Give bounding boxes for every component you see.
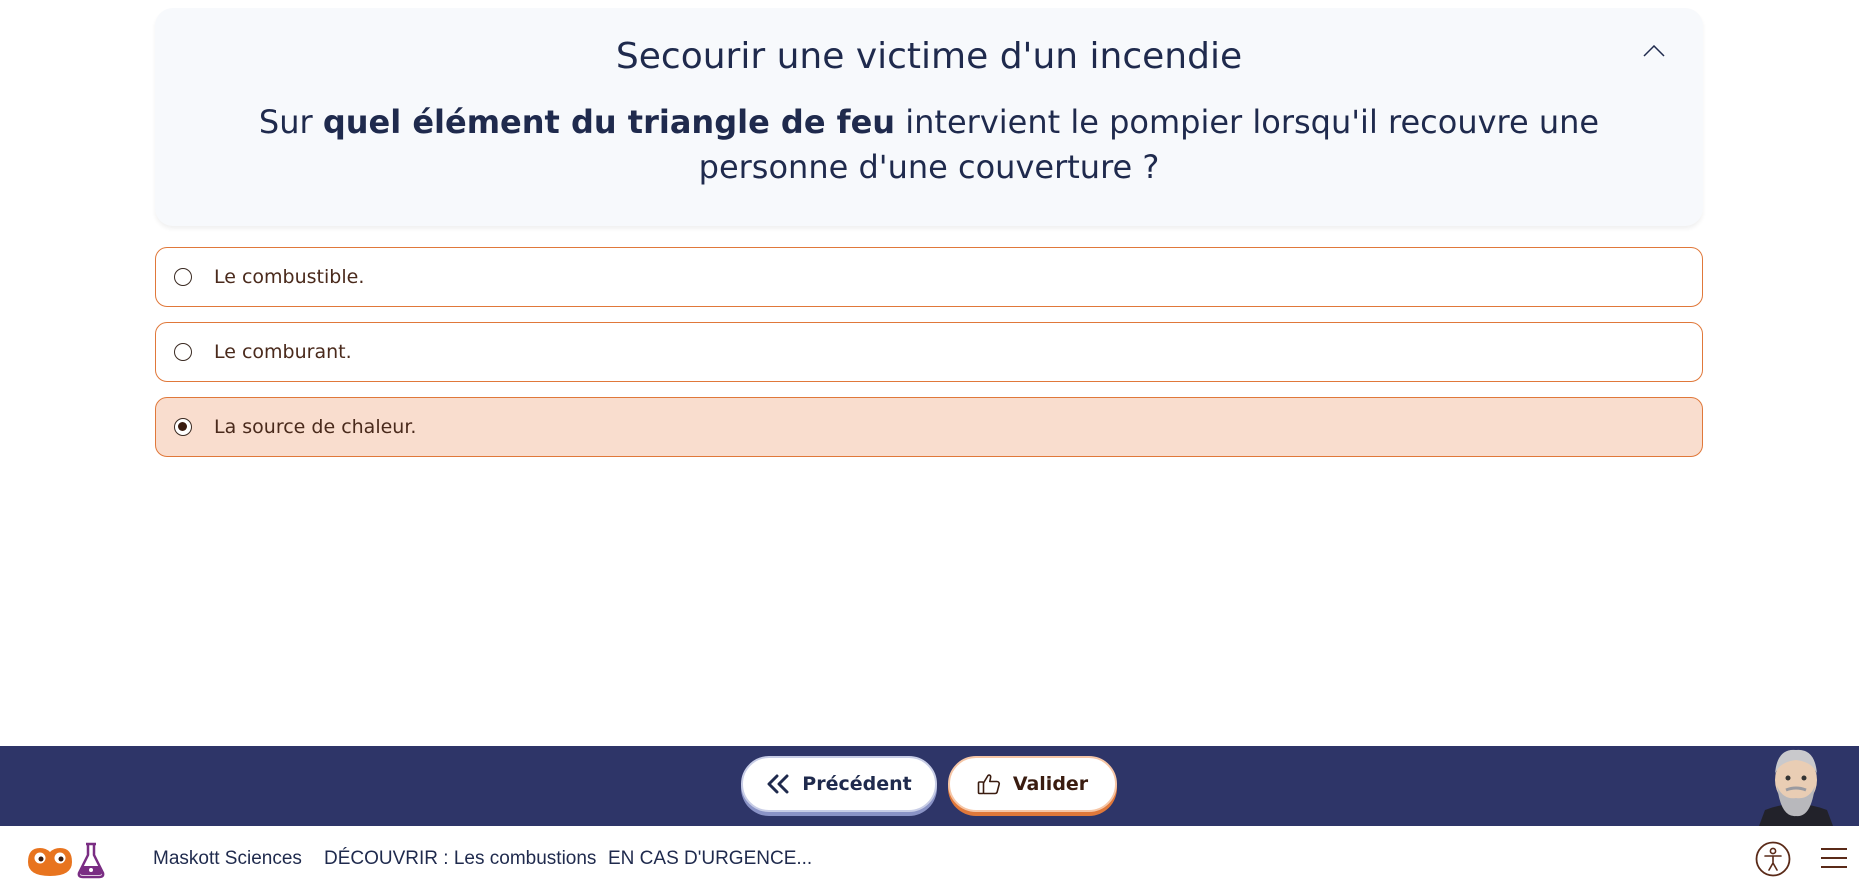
option-combustible[interactable]: Le combustible.: [155, 247, 1703, 307]
option-label: Le combustible.: [214, 266, 365, 288]
collapse-button[interactable]: [1639, 36, 1669, 66]
scientist-mascot: [1751, 740, 1841, 826]
validate-button-label: Valider: [1012, 773, 1089, 795]
radio-button-selected[interactable]: [174, 418, 192, 436]
question-text-before: Sur: [258, 103, 323, 141]
previous-button-label: Précédent: [802, 773, 912, 795]
double-chevron-left-icon: [767, 774, 789, 794]
chevron-up-icon: [1643, 45, 1665, 57]
maskott-sciences-logo[interactable]: [24, 840, 116, 880]
breadcrumb-item-module[interactable]: DÉCOUVRIR : Les combustions: [324, 848, 596, 870]
previous-button[interactable]: Précédent: [741, 756, 937, 812]
bottom-nav-bar: Précédent Valider: [0, 746, 1859, 826]
breadcrumb-item-activity[interactable]: EN CAS D'URGENCE...: [608, 848, 812, 870]
question-text-bold: quel élément du triangle de feu: [322, 103, 896, 141]
radio-button[interactable]: [174, 268, 192, 286]
option-label: La source de chaleur.: [214, 416, 417, 438]
option-label: Le comburant.: [214, 341, 352, 363]
breadcrumb-item-app[interactable]: Maskott Sciences: [153, 848, 302, 870]
question-card: Secourir une victime d'un incendie Sur q…: [155, 8, 1703, 226]
footer-bar: Maskott Sciences DÉCOUVRIR : Les combust…: [0, 826, 1859, 889]
question-title: Secourir une victime d'un incendie: [615, 36, 1243, 77]
validate-button[interactable]: Valider: [948, 756, 1117, 812]
hamburger-menu-icon[interactable]: [1820, 846, 1848, 870]
accessibility-icon[interactable]: [1755, 841, 1791, 877]
option-comburant[interactable]: Le comburant.: [155, 322, 1703, 382]
question-text: Sur quel élément du triangle de feu inte…: [195, 100, 1663, 190]
option-source-de-chaleur[interactable]: La source de chaleur.: [155, 397, 1703, 457]
radio-button[interactable]: [174, 343, 192, 361]
thumbs-up-icon: [977, 774, 1000, 795]
